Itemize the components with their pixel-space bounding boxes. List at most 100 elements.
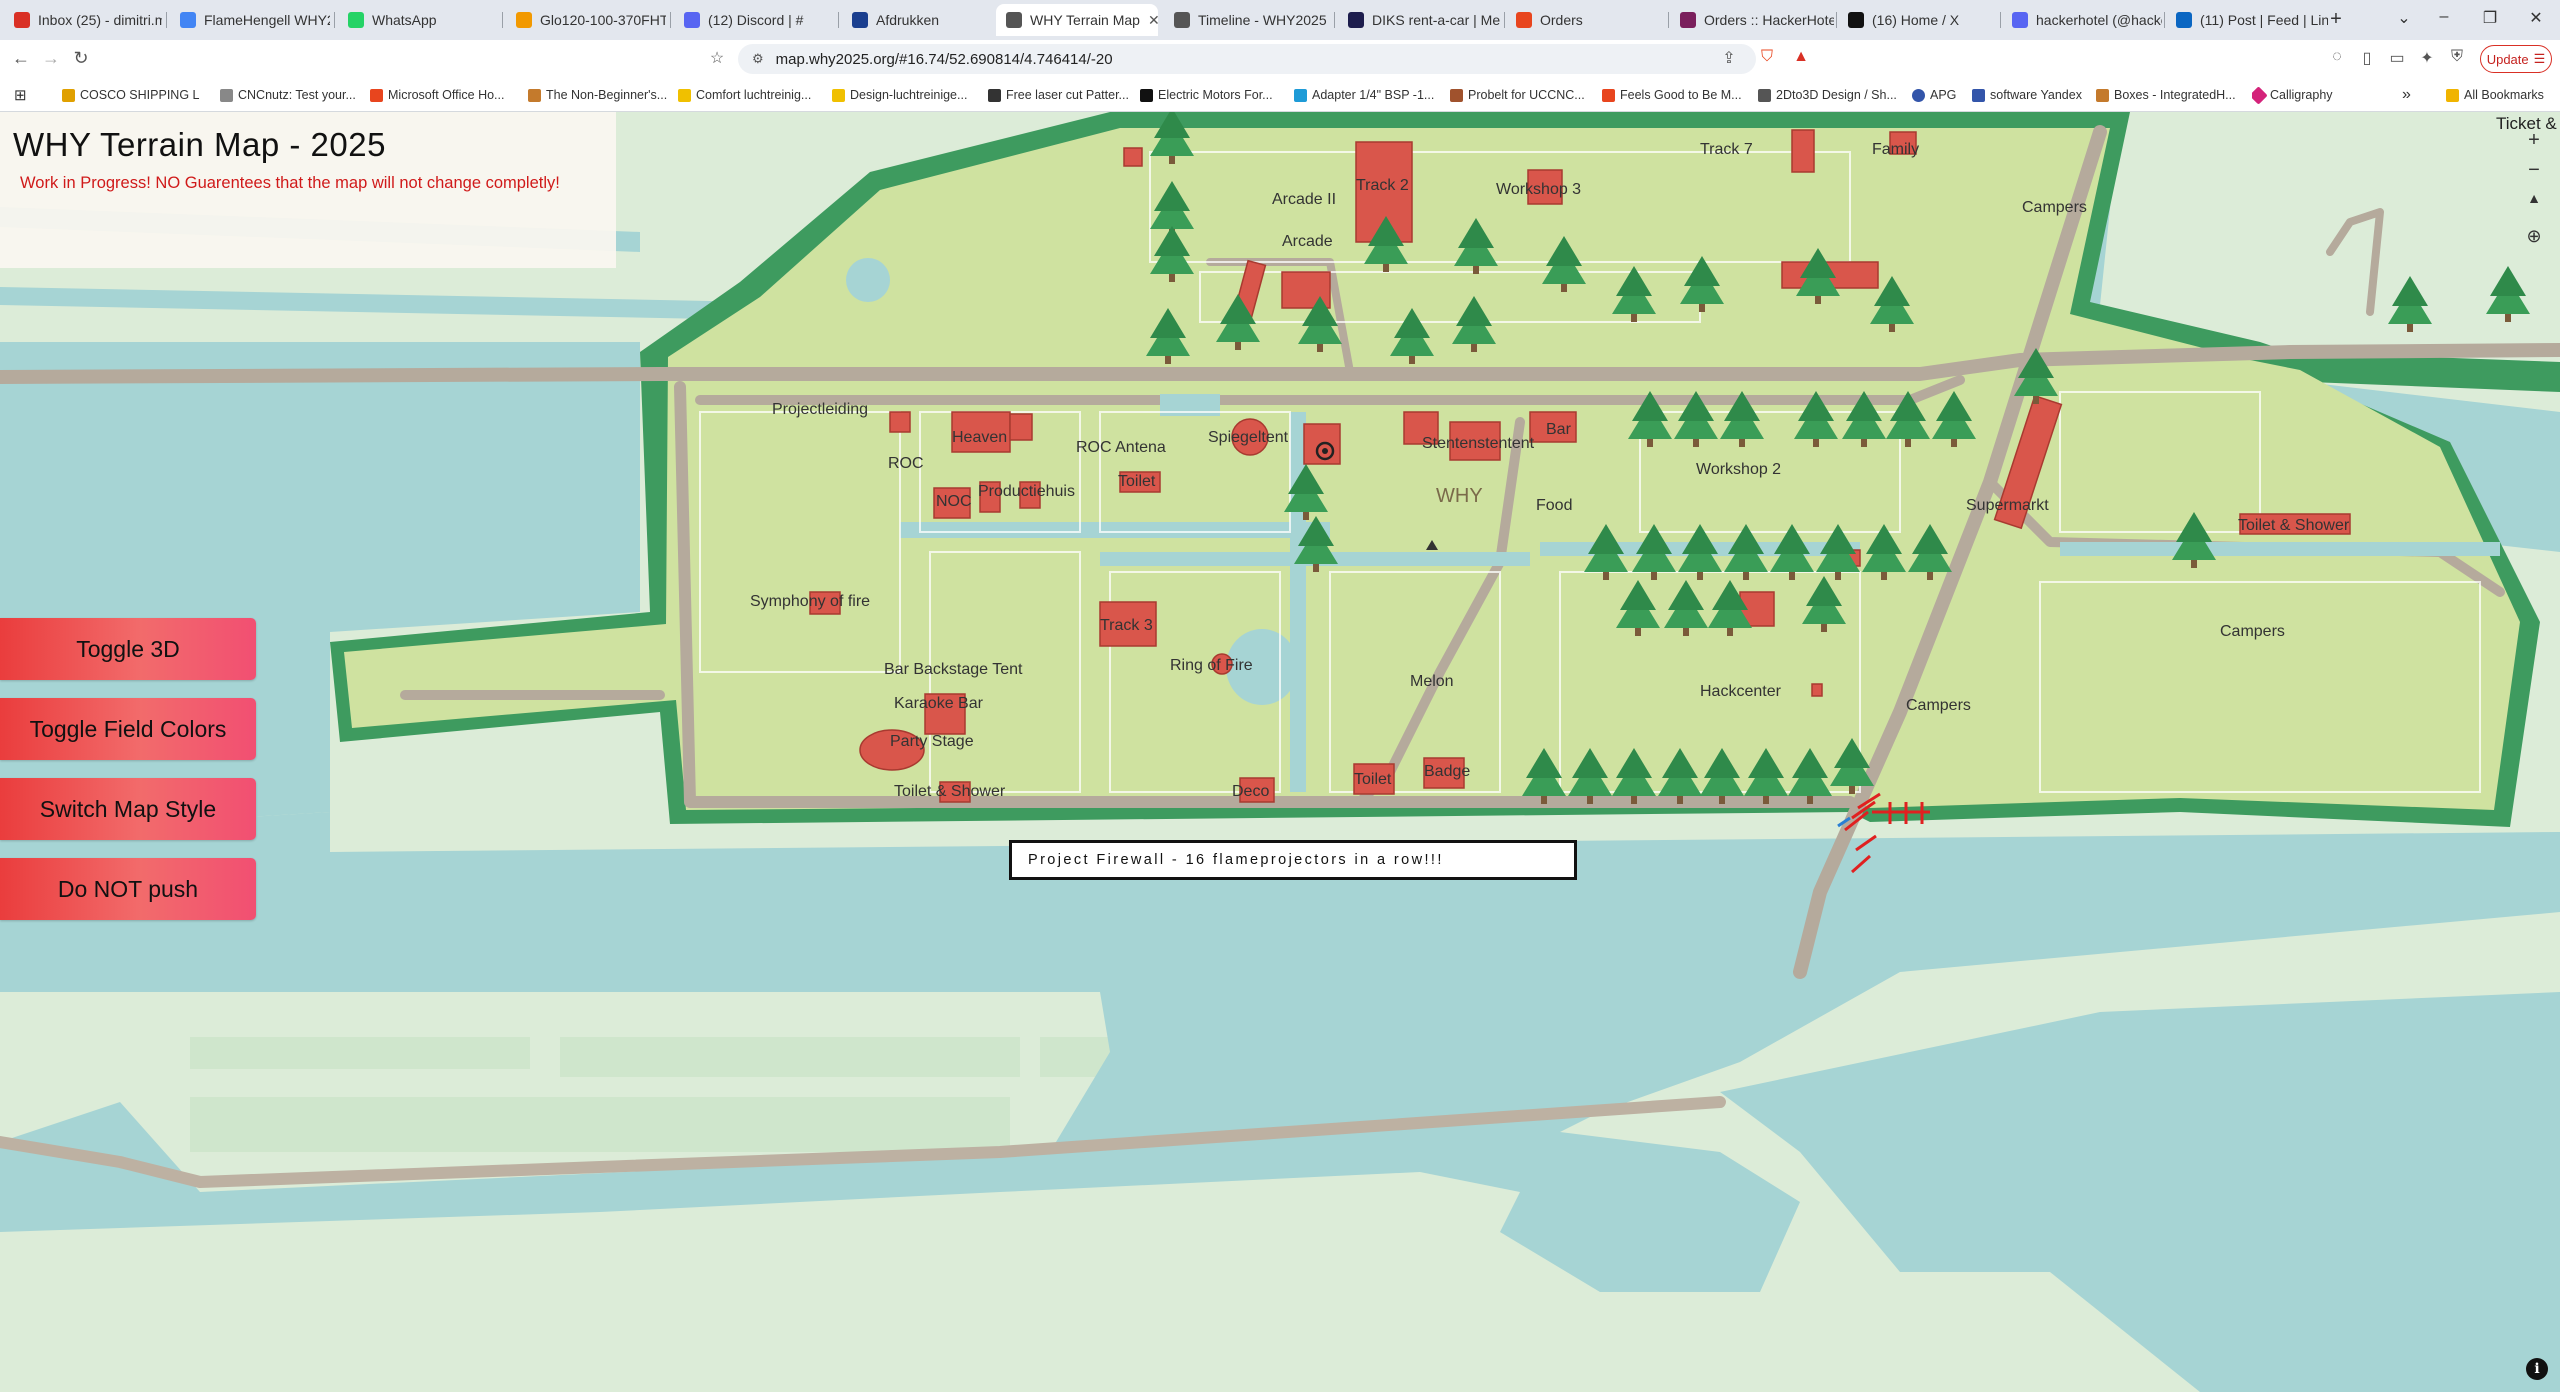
minimize-icon[interactable]: –: [2432, 8, 2456, 26]
tab-x-home[interactable]: (16) Home / X: [1838, 4, 1998, 36]
label-stentenstentent[interactable]: Stentenstentent: [1422, 435, 1535, 452]
bookmark-item[interactable]: Probelt for UCCNC...: [1450, 86, 1586, 104]
label-family[interactable]: Family: [1872, 141, 1919, 158]
label-campers-south[interactable]: Campers: [1906, 697, 1971, 714]
label-spiegeltent[interactable]: Spiegeltent: [1208, 429, 1289, 446]
label-workshop-3[interactable]: Workshop 3: [1496, 181, 1581, 198]
more-bookmarks-icon[interactable]: »: [2402, 86, 2411, 104]
bookmark-item[interactable]: 2Dto3D Design / Sh...: [1758, 86, 1902, 104]
site-info-icon[interactable]: ⚙: [752, 51, 764, 67]
update-button[interactable]: Update ☰: [2480, 45, 2552, 73]
bookmark-item[interactable]: Boxes - IntegratedH...: [2096, 86, 2236, 104]
label-workshop-2[interactable]: Workshop 2: [1696, 461, 1781, 478]
label-noc[interactable]: NOC: [936, 493, 972, 510]
tab-diks[interactable]: DIKS rent-a-car | Me: [1338, 4, 1500, 36]
restore-icon[interactable]: ❐: [2478, 8, 2502, 28]
close-window-icon[interactable]: ✕: [2524, 8, 2548, 28]
do-not-push-button[interactable]: Do NOT push: [0, 858, 256, 920]
label-symphony-of-fire[interactable]: Symphony of fire: [750, 593, 870, 610]
label-track-2[interactable]: Track 2: [1356, 177, 1409, 194]
label-toilet-south[interactable]: Toilet: [1354, 771, 1392, 788]
label-track-7[interactable]: Track 7: [1700, 141, 1753, 158]
bookmark-item[interactable]: Calligraphy: [2252, 86, 2362, 104]
close-tab-icon[interactable]: ✕: [1148, 12, 1158, 29]
toggle-3d-button[interactable]: Toggle 3D: [0, 618, 256, 680]
label-melon[interactable]: Melon: [1410, 673, 1454, 690]
zoom-in-button[interactable]: +: [2520, 126, 2548, 154]
label-bar-backstage-tent[interactable]: Bar Backstage Tent: [884, 661, 1023, 678]
tab-hackerhotel-orders[interactable]: Orders :: HackerHotel: [1670, 4, 1834, 36]
vpn-icon[interactable]: ⛨: [2446, 48, 2468, 66]
map-canvas[interactable]: Track 2 Arcade II Arcade Workshop 3 Trac…: [0, 112, 2560, 1392]
label-productiehuis[interactable]: Productiehuis: [978, 483, 1075, 500]
label-bar[interactable]: Bar: [1546, 421, 1572, 438]
brave-shield-icon[interactable]: ⛉: [1756, 48, 1778, 66]
label-projectleiding[interactable]: Projectleiding: [772, 401, 868, 418]
label-hackcenter[interactable]: Hackcenter: [1700, 683, 1782, 700]
tab-flamehengell[interactable]: FlameHengell WHY20: [170, 4, 330, 36]
bookmark-item[interactable]: Feels Good to Be M...: [1602, 86, 1742, 104]
bookmark-item[interactable]: CNCnutz: Test your...: [220, 86, 360, 104]
tab-afdrukken[interactable]: Afdrukken: [842, 4, 992, 36]
forward-icon[interactable]: →: [40, 48, 62, 69]
leo-icon[interactable]: ✦: [2416, 48, 2438, 68]
bookmark-item[interactable]: Comfort luchtreinig...: [678, 86, 820, 104]
label-food[interactable]: Food: [1536, 497, 1572, 514]
label-arcade[interactable]: Arcade: [1282, 233, 1333, 250]
bookmark-item[interactable]: Design-luchtreinige...: [832, 86, 976, 104]
bookmark-item[interactable]: APG: [1912, 86, 1972, 104]
bookmark-star-icon[interactable]: ☆: [706, 48, 728, 68]
back-icon[interactable]: ←: [10, 48, 32, 69]
tab-linkedin[interactable]: (11) Post | Feed | Linke: [2166, 4, 2328, 36]
bookmark-item[interactable]: Free laser cut Patter...: [988, 86, 1132, 104]
compass-icon[interactable]: ▲: [2520, 184, 2548, 212]
tab-timeline[interactable]: Timeline - WHY2025: [1164, 4, 1330, 36]
apps-grid-icon[interactable]: ⊞: [14, 86, 27, 104]
label-campers-north[interactable]: Campers: [2022, 199, 2087, 216]
terrain-map[interactable]: Track 2 Arcade II Arcade Workshop 3 Trac…: [0, 112, 2560, 1392]
tab-search-chevron-icon[interactable]: ⌄: [2392, 8, 2416, 28]
tab-why-terrain-map[interactable]: WHY Terrain Map ✕: [996, 4, 1158, 36]
sidebar-icon[interactable]: ▯: [2356, 48, 2378, 68]
bookmark-item[interactable]: Adapter 1/4" BSP -1...: [1294, 86, 1438, 104]
switch-map-style-button[interactable]: Switch Map Style: [0, 778, 256, 840]
bookmark-item[interactable]: The Non-Beginner's...: [528, 86, 670, 104]
new-tab-button[interactable]: +: [2324, 8, 2348, 31]
label-roc-antena[interactable]: ROC Antena: [1076, 439, 1166, 456]
all-bookmarks-folder[interactable]: All Bookmarks: [2446, 86, 2556, 104]
label-campers-east[interactable]: Campers: [2220, 623, 2285, 640]
label-why[interactable]: WHY: [1436, 485, 1483, 507]
address-bar[interactable]: ⚙ map.why2025.org/#16.74/52.690814/4.746…: [738, 44, 1756, 74]
zoom-out-button[interactable]: −: [2520, 156, 2548, 184]
share-icon[interactable]: ⇪: [1718, 48, 1740, 68]
geolocate-icon[interactable]: ⊕: [2520, 222, 2548, 250]
label-toilet-shower-west[interactable]: Toilet & Shower: [894, 783, 1006, 800]
label-roc[interactable]: ROC: [888, 455, 924, 472]
extensions-icon[interactable]: ◌: [2326, 48, 2348, 66]
tab-hackerhotel-social[interactable]: hackerhotel (@hacke: [2002, 4, 2162, 36]
label-toilet[interactable]: Toilet: [1118, 473, 1156, 490]
tab-orders[interactable]: Orders: [1506, 4, 1666, 36]
wallet-icon[interactable]: ▭: [2386, 48, 2408, 68]
bookmark-item[interactable]: Microsoft Office Ho...: [370, 86, 520, 104]
label-badge[interactable]: Badge: [1424, 763, 1470, 780]
tab-gmail[interactable]: Inbox (25) - dimitri.m: [4, 4, 162, 36]
bookmark-item[interactable]: software Yandex: [1972, 86, 2084, 104]
rewards-icon[interactable]: ▲: [1790, 48, 1812, 66]
bookmark-item[interactable]: Electric Motors For...: [1140, 86, 1280, 104]
attribution-info-icon[interactable]: i: [2526, 1358, 2548, 1380]
tab-glo[interactable]: Glo120-100-370FHT: [506, 4, 666, 36]
toggle-field-colors-button[interactable]: Toggle Field Colors: [0, 698, 256, 760]
tab-discord[interactable]: (12) Discord | #: [674, 4, 834, 36]
tab-whatsapp[interactable]: WhatsApp: [338, 4, 498, 36]
label-track-3[interactable]: Track 3: [1100, 617, 1153, 634]
label-heaven[interactable]: Heaven: [952, 429, 1007, 446]
label-party-stage[interactable]: Party Stage: [890, 733, 974, 750]
label-ring-of-fire[interactable]: Ring of Fire: [1170, 657, 1253, 674]
label-deco[interactable]: Deco: [1232, 783, 1269, 800]
label-karaoke-bar[interactable]: Karaoke Bar: [894, 695, 984, 712]
label-arcade-ii[interactable]: Arcade II: [1272, 191, 1336, 208]
label-supermarkt[interactable]: Supermarkt: [1966, 497, 2049, 514]
reload-icon[interactable]: ↻: [70, 48, 92, 69]
label-toilet-shower-east[interactable]: Toilet & Shower: [2238, 517, 2350, 534]
